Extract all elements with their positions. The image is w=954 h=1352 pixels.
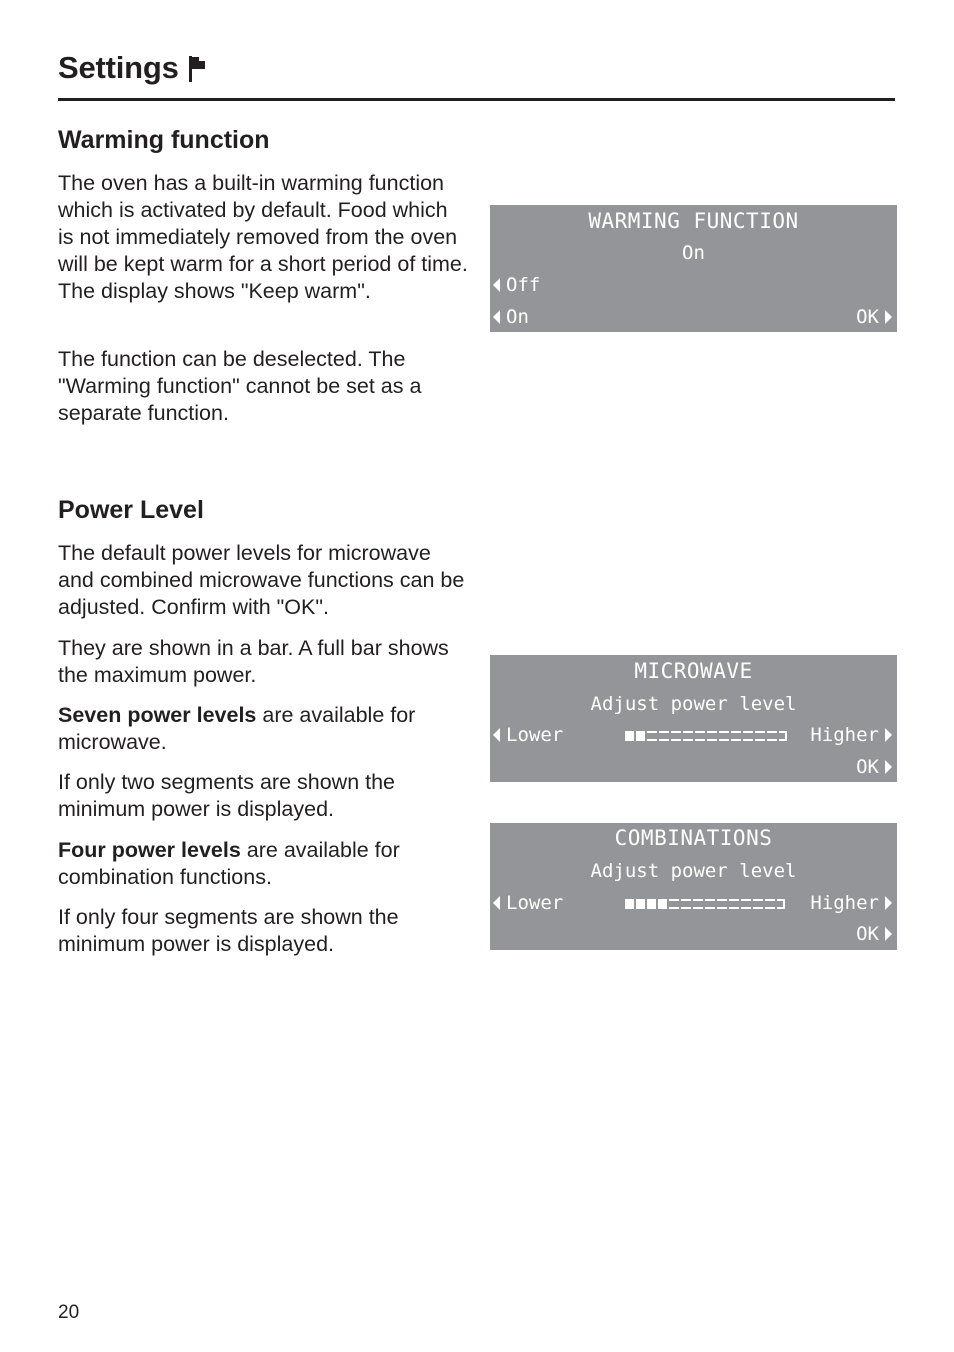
warming-function-display: WARMING FUNCTION On Off On OK <box>490 205 897 332</box>
section-heading-warming: Warming function <box>58 126 270 154</box>
power-paragraph-4: If only two segments are shown the minim… <box>58 770 396 821</box>
title-divider <box>58 98 895 101</box>
page-number: 20 <box>58 1302 80 1323</box>
arrow-right-icon <box>885 896 892 910</box>
combinations-display: COMBINATIONS Adjust power level Lower Hi… <box>490 823 897 950</box>
ok-button[interactable]: OK <box>856 302 892 332</box>
arrow-left-icon <box>493 896 500 910</box>
emphasis-four-levels: Four power levels <box>58 838 241 862</box>
bar-segment-empty <box>671 731 681 741</box>
flag-icon <box>188 56 205 82</box>
bar-segment-filled <box>647 899 656 909</box>
page-title: Settings <box>58 50 207 86</box>
bar-segment-empty <box>743 731 753 741</box>
arrow-left-icon <box>493 310 500 324</box>
emphasis-seven-levels: Seven power levels <box>58 703 257 727</box>
bar-segment-empty <box>647 731 657 741</box>
bar-segment-empty <box>693 899 703 909</box>
arrow-right-icon <box>885 728 892 742</box>
display-subtitle: Adjust power level <box>590 693 797 715</box>
bar-segment-empty <box>779 731 787 741</box>
option-off[interactable]: Off <box>493 270 540 300</box>
power-paragraph-3: Seven power levels are available for mic… <box>58 703 416 754</box>
bar-segment-empty <box>659 731 669 741</box>
power-paragraph-6: If only four segments are shown the mini… <box>58 905 399 956</box>
warming-paragraph-1: The oven has a built-in warming function… <box>58 171 468 303</box>
power-level-bar <box>625 898 787 910</box>
higher-button[interactable]: Higher <box>810 888 892 918</box>
power-paragraph-5: Four power levels are available for comb… <box>58 838 400 889</box>
display-title: MICROWAVE <box>634 659 753 683</box>
power-paragraph-1: The default power levels for microwave a… <box>58 541 465 619</box>
arrow-left-icon <box>493 728 500 742</box>
bar-segment-empty <box>717 899 727 909</box>
display-title: WARMING FUNCTION <box>588 209 799 233</box>
bar-segment-empty <box>707 731 717 741</box>
bar-segment-empty <box>719 731 729 741</box>
bar-segment-empty <box>683 731 693 741</box>
bar-segment-empty <box>681 899 691 909</box>
bar-segment-empty <box>767 731 777 741</box>
bar-segment-filled <box>625 899 634 909</box>
display-current-value: On <box>682 242 705 264</box>
section-heading-power-level: Power Level <box>58 496 204 524</box>
ok-button[interactable]: OK <box>856 919 892 949</box>
microwave-display: MICROWAVE Adjust power level Lower Highe… <box>490 655 897 782</box>
bar-segment-filled <box>625 731 634 741</box>
bar-segment-filled <box>636 731 645 741</box>
arrow-right-icon <box>885 927 892 941</box>
display-subtitle: Adjust power level <box>590 860 797 882</box>
power-paragraph-2: They are shown in a bar. A full bar show… <box>58 636 449 687</box>
arrow-right-icon <box>885 310 892 324</box>
lower-button[interactable]: Lower <box>493 888 563 918</box>
bar-segment-empty <box>765 899 775 909</box>
arrow-left-icon <box>493 278 500 292</box>
display-title: COMBINATIONS <box>614 826 773 850</box>
bar-segment-empty <box>731 731 741 741</box>
bar-segment-filled <box>658 899 667 909</box>
arrow-right-icon <box>885 760 892 774</box>
bar-segment-empty <box>695 731 705 741</box>
bar-segment-empty <box>755 731 765 741</box>
lower-button[interactable]: Lower <box>493 720 563 750</box>
bar-segment-empty <box>669 899 679 909</box>
bar-segment-empty <box>729 899 739 909</box>
bar-segment-empty <box>777 899 785 909</box>
ok-button[interactable]: OK <box>856 752 892 782</box>
bar-segment-empty <box>741 899 751 909</box>
higher-button[interactable]: Higher <box>810 720 892 750</box>
bar-segment-empty <box>705 899 715 909</box>
warming-paragraph-2: The function can be deselected. The "War… <box>58 347 422 425</box>
bar-segment-empty <box>753 899 763 909</box>
option-on[interactable]: On <box>493 302 529 332</box>
page-title-text: Settings <box>58 50 179 85</box>
power-level-bar <box>625 730 789 742</box>
bar-segment-filled <box>636 899 645 909</box>
